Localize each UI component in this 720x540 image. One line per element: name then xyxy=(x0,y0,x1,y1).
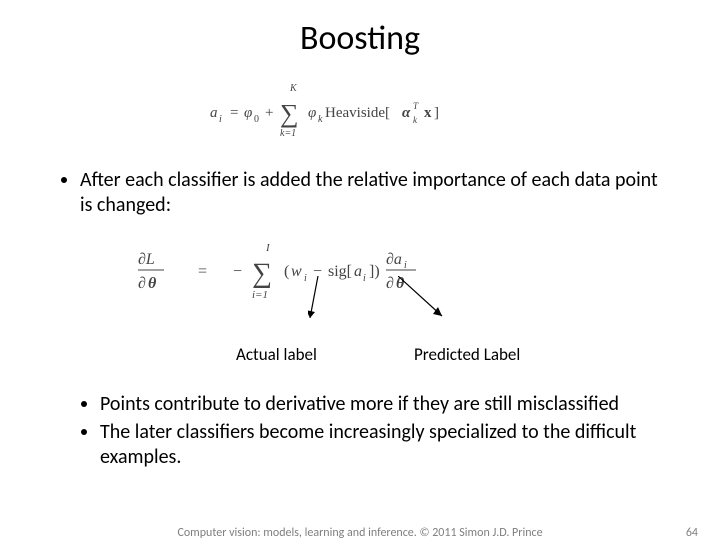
svg-text:i: i xyxy=(219,114,222,125)
svg-text:∑: ∑ xyxy=(252,258,272,289)
svg-text:a: a xyxy=(210,105,218,121)
footer-credit: Computer vision: models, learning and in… xyxy=(0,526,720,540)
svg-text:∂a: ∂a xyxy=(386,251,402,268)
svg-text:Heaviside[: Heaviside[ xyxy=(325,105,390,121)
svg-text:I: I xyxy=(265,242,271,254)
svg-text:i: i xyxy=(363,273,366,284)
slide: Boosting a i = φ 0 + K ∑ k=1 φ k Heavisi… xyxy=(0,0,720,540)
svg-text:i=1: i=1 xyxy=(252,289,268,301)
bullet-misclassified: Points contribute to derivative more if … xyxy=(100,392,672,416)
page-title: Boosting xyxy=(48,18,672,59)
svg-text:φ: φ xyxy=(244,105,252,121)
svg-text:θ: θ xyxy=(148,275,157,292)
svg-text:∂: ∂ xyxy=(138,275,146,292)
svg-text:K: K xyxy=(289,83,298,94)
svg-text:(: ( xyxy=(284,263,289,280)
svg-text:]: ] xyxy=(434,105,439,121)
svg-text:φ: φ xyxy=(308,105,316,121)
svg-text:i: i xyxy=(304,273,307,284)
svg-text:k=1: k=1 xyxy=(280,128,296,139)
svg-text:]): ]) xyxy=(369,263,380,280)
svg-text:+: + xyxy=(265,105,273,121)
svg-text:∑: ∑ xyxy=(280,99,299,128)
svg-text:sig[: sig[ xyxy=(328,263,352,280)
svg-text:−: − xyxy=(313,263,322,280)
bullet-list-bottom: Points contribute to derivative more if … xyxy=(48,392,672,469)
svg-text:∂: ∂ xyxy=(386,275,394,292)
svg-text:0: 0 xyxy=(254,114,259,125)
svg-text:∂L: ∂L xyxy=(138,251,155,268)
arrow-labels: Actual label Predicted Label xyxy=(138,344,672,372)
bullet-importance: After each classifier is added the relat… xyxy=(80,168,672,218)
svg-text:T: T xyxy=(413,101,419,111)
svg-text:x: x xyxy=(424,105,432,121)
bullet-list-top: After each classifier is added the relat… xyxy=(48,168,672,218)
bullet-specialized: The later classifiers become increasingl… xyxy=(100,420,672,469)
svg-text:θ: θ xyxy=(396,275,405,292)
svg-text:k: k xyxy=(318,114,323,125)
svg-text:w: w xyxy=(291,263,302,280)
label-predicted: Predicted Label xyxy=(414,344,520,365)
equation-boosting-formula: a i = φ 0 + K ∑ k=1 φ k Heaviside[ α T k… xyxy=(48,81,672,144)
svg-text:=: = xyxy=(230,105,238,121)
svg-text:−: − xyxy=(233,263,242,280)
page-number: 64 xyxy=(686,526,698,540)
svg-text:i: i xyxy=(404,260,407,271)
svg-text:k: k xyxy=(413,115,418,125)
svg-text:α: α xyxy=(402,105,411,121)
label-actual: Actual label xyxy=(236,344,317,365)
svg-text:a: a xyxy=(354,263,362,280)
equation-derivative: ∂L ∂ θ = − I ∑ i=1 ( w i − sig[ a i ]) xyxy=(138,236,558,336)
svg-text:=: = xyxy=(198,263,207,280)
